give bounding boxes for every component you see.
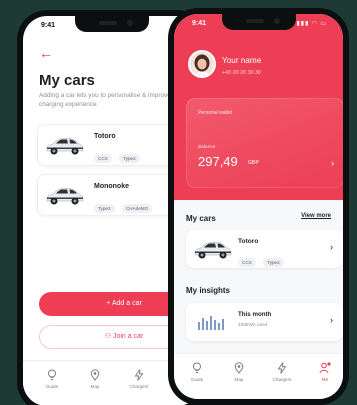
car-image	[44, 133, 84, 157]
section-title-my-cars: My cars	[186, 214, 216, 223]
nav-guide[interactable]: Guide	[182, 362, 212, 382]
status-time: 9:41	[192, 20, 207, 27]
person-photo	[190, 52, 214, 76]
car-name: Totoro	[238, 238, 259, 245]
profile-screen: 9:41 ▮▮▮ ◠ ▭ Your name +43 20 20 30 30 P…	[174, 14, 343, 399]
wallet-title: Personal wallet	[198, 110, 232, 116]
chevron-right-icon: ›	[330, 315, 333, 325]
balance-currency: GBP	[248, 160, 259, 166]
lightbulb-icon	[193, 362, 201, 373]
phone-notch	[75, 16, 149, 32]
insight-card[interactable]: This month 183kWh used ›	[186, 303, 343, 341]
connector-tag: Type2	[263, 258, 284, 267]
connector-tag: Type2	[119, 154, 140, 163]
lightning-icon	[134, 369, 144, 381]
chevron-right-icon: ›	[331, 158, 334, 168]
insight-title: This month	[238, 311, 272, 318]
view-more-link[interactable]: View more	[301, 213, 331, 219]
people-icon: ⚇	[104, 333, 113, 340]
avatar[interactable]	[188, 50, 216, 78]
nav-label: Me	[321, 377, 329, 382]
arrow-left-icon[interactable]: ←	[39, 46, 53, 60]
section-title-insights: My insights	[186, 286, 231, 295]
map-pin-icon	[234, 362, 244, 374]
profile-name: Your name	[222, 56, 262, 65]
bar-chart-icon	[198, 316, 224, 330]
connector-tag: CHAdeMO	[121, 204, 153, 213]
wallet-card[interactable]: Personal wallet Balance 297,49 GBP ›	[186, 98, 343, 188]
nav-map[interactable]: Map	[80, 369, 110, 389]
nav-label: Guide	[190, 377, 204, 382]
nav-label: Chargers	[129, 384, 149, 389]
nav-chargers[interactable]: Chargers	[267, 362, 297, 382]
page-title: My cars	[39, 72, 95, 89]
phone-notch	[221, 14, 296, 30]
connector-tag: Type2	[94, 204, 115, 213]
lightbulb-icon	[48, 369, 56, 380]
car-image	[192, 237, 232, 261]
lightning-icon	[277, 362, 287, 374]
nav-label: Guide	[45, 384, 59, 389]
bottom-nav: Guide Map Chargers	[174, 353, 343, 399]
map-pin-icon	[90, 369, 100, 381]
join-car-label: Join a car	[112, 333, 144, 340]
insight-subtitle: 183kWh used	[238, 323, 268, 328]
connector-tag: CCS	[238, 258, 256, 267]
car-name: Totoro	[94, 133, 116, 140]
balance-label: Balance	[198, 145, 216, 150]
connector-tag: CCS	[94, 154, 112, 163]
nav-me[interactable]: Me	[310, 362, 340, 382]
balance-amount: 297,49	[198, 154, 238, 169]
profile-phone: +43 20 20 30 30	[222, 70, 262, 76]
nav-guide[interactable]: Guide	[37, 369, 67, 389]
car-card-totoro[interactable]: Totoro CCS Type2 ›	[186, 230, 343, 268]
person-icon	[319, 362, 331, 374]
nav-chargers[interactable]: Chargers	[124, 369, 154, 389]
nav-label: Map	[90, 384, 100, 389]
car-image	[44, 183, 84, 207]
status-time: 9:41	[41, 22, 56, 29]
car-name: Mononoke	[94, 183, 129, 190]
chevron-right-icon: ›	[330, 242, 333, 252]
signal-wifi-battery-icon: ▮▮▮ ◠ ▭	[296, 21, 327, 27]
nav-map[interactable]: Map	[224, 362, 254, 382]
nav-label: Chargers	[272, 377, 292, 382]
nav-label: Map	[234, 377, 244, 382]
phone-profile: 9:41 ▮▮▮ ◠ ▭ Your name +43 20 20 30 30 P…	[168, 8, 349, 405]
